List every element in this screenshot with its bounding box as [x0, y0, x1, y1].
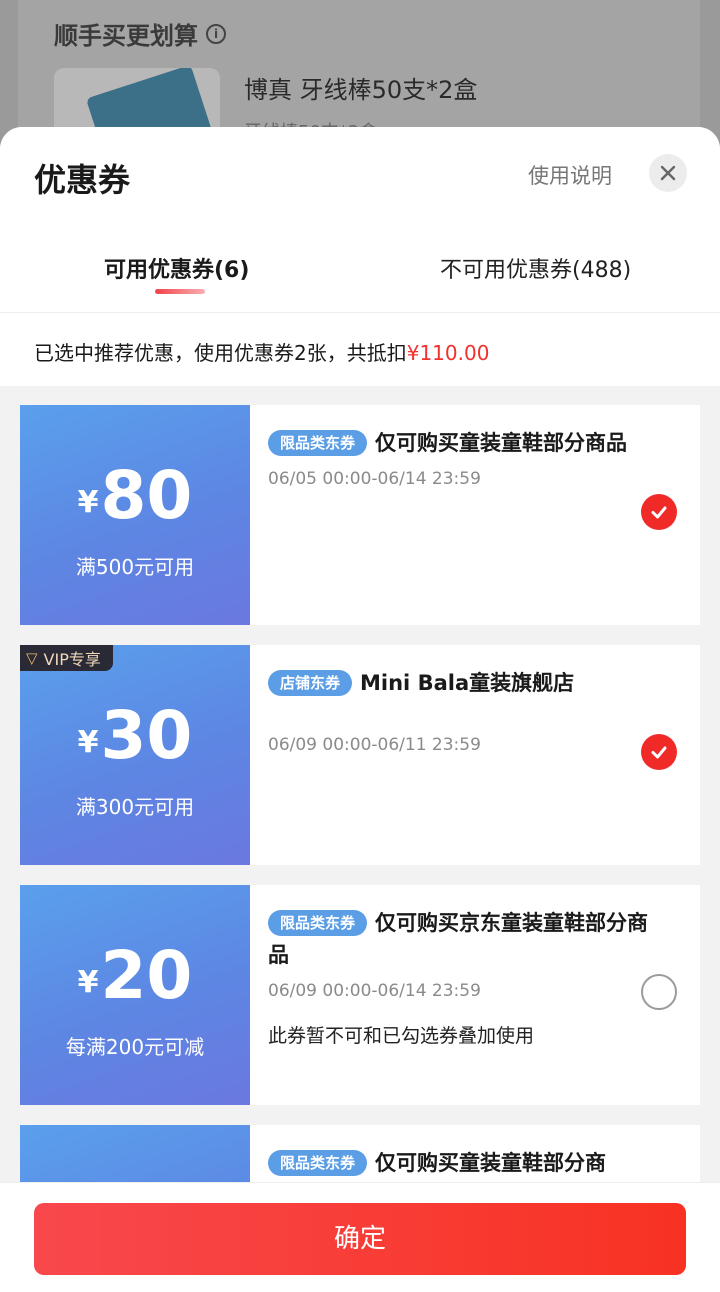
coupon-title: 限品类东券 仅可购买童装童鞋部分商 [268, 1147, 648, 1179]
confirm-button[interactable]: 确定 [34, 1203, 686, 1275]
tab-available[interactable]: 可用优惠券(6) [104, 252, 249, 284]
coupon-validity: 06/09 00:00-06/11 23:59 [268, 735, 481, 755]
tab-unavailable[interactable]: 不可用优惠券(488) [440, 252, 631, 284]
coupon-tag: 限品类东券 [268, 910, 368, 936]
discount-amount: ¥110.00 [406, 341, 490, 365]
coupon-amount: ¥30 [77, 697, 193, 774]
close-button[interactable] [649, 154, 687, 192]
vip-badge: ▽ VIP专享 [20, 645, 113, 671]
checkmark-icon [651, 506, 667, 519]
coupon-tabs: 可用优惠券(6) 不可用优惠券(488) [0, 242, 720, 312]
active-tab-indicator [155, 289, 205, 294]
coupon-value-panel: ▽ VIP专享 ¥30 满300元可用 [17, 645, 250, 865]
coupon-details: 限品类东券 仅可购买童装童鞋部分商 [268, 1147, 648, 1179]
coupon-card[interactable]: ¥80 满500元可用 限品类东券 仅可购买童装童鞋部分商品 06/05 00:0… [17, 405, 700, 625]
coupon-amount: ¥20 [77, 937, 193, 1014]
sheet-title: 优惠券 [34, 161, 131, 199]
usage-help-link[interactable]: 使用说明 [528, 160, 612, 190]
coupon-tag: 限品类东券 [268, 1150, 368, 1176]
bg-section-title: 顺手买更划算 i [54, 16, 226, 51]
coupon-validity: 06/05 00:00-06/14 23:59 [268, 469, 481, 489]
bg-product-name: 博真 牙线棒50支*2盒 [244, 76, 478, 104]
coupon-sheet: 优惠券 使用说明 可用优惠券(6) 不可用优惠券(488) 已选中推荐优惠，使用… [0, 127, 720, 1292]
sheet-header: 优惠券 使用说明 可用优惠券(6) 不可用优惠券(488) [0, 127, 720, 312]
checkmark-icon [651, 746, 667, 759]
coupon-value-panel: ¥20 每满200元可减 [17, 885, 250, 1105]
coupon-title: 限品类东券 仅可购买童装童鞋部分商品 [268, 427, 648, 459]
sheet-footer: 确定 [0, 1182, 720, 1292]
coupon-details: 限品类东券 仅可购买童装童鞋部分商品 06/05 00:00-06/14 23:5… [268, 427, 648, 489]
coupon-checkbox-unchecked[interactable] [641, 974, 677, 1010]
coupon-validity: 06/09 00:00-06/14 23:59 [268, 981, 481, 1001]
summary-text: 已选中推荐优惠，使用优惠券2张，共抵扣 [34, 341, 407, 365]
coupon-tag: 店铺东券 [268, 670, 353, 696]
coupon-title: 店铺东券 Mini Bala童装旗舰店 [268, 667, 648, 699]
coupon-note: 此券暂不可和已勾选券叠加使用 [268, 1025, 535, 1047]
coupon-amount: ¥80 [77, 457, 193, 534]
coupon-checkbox-checked[interactable] [641, 734, 677, 770]
coupon-title: 限品类东券 仅可购买京东童装童鞋部分商品 [268, 910, 649, 967]
selection-summary: 已选中推荐优惠，使用优惠券2张，共抵扣¥110.00 [0, 312, 720, 386]
coupon-checkbox-checked[interactable] [641, 494, 677, 530]
coupon-condition: 每满200元可减 [65, 1035, 205, 1059]
coupon-card[interactable]: ▽ VIP专享 ¥30 满300元可用 店铺东券 Mini Bala童装旗舰店 0… [17, 645, 700, 865]
coupon-tag: 限品类东券 [268, 430, 368, 456]
coupon-details: 限品类东券 仅可购买京东童装童鞋部分商品 06/09 00:00-06/14 23… [268, 907, 648, 1048]
close-icon [660, 165, 676, 181]
coupon-card[interactable]: ¥20 每满200元可减 限品类东券 仅可购买京东童装童鞋部分商品 06/09 0… [17, 885, 700, 1105]
coupon-condition: 满500元可用 [75, 555, 195, 579]
coupon-value-panel: ¥80 满500元可用 [17, 405, 250, 625]
vip-logo-icon: ▽ [26, 649, 38, 667]
coupon-condition: 满300元可用 [75, 795, 195, 819]
info-icon: i [206, 23, 226, 44]
coupon-details: 店铺东券 Mini Bala童装旗舰店 06/09 00:00-06/11 23:… [268, 667, 648, 755]
